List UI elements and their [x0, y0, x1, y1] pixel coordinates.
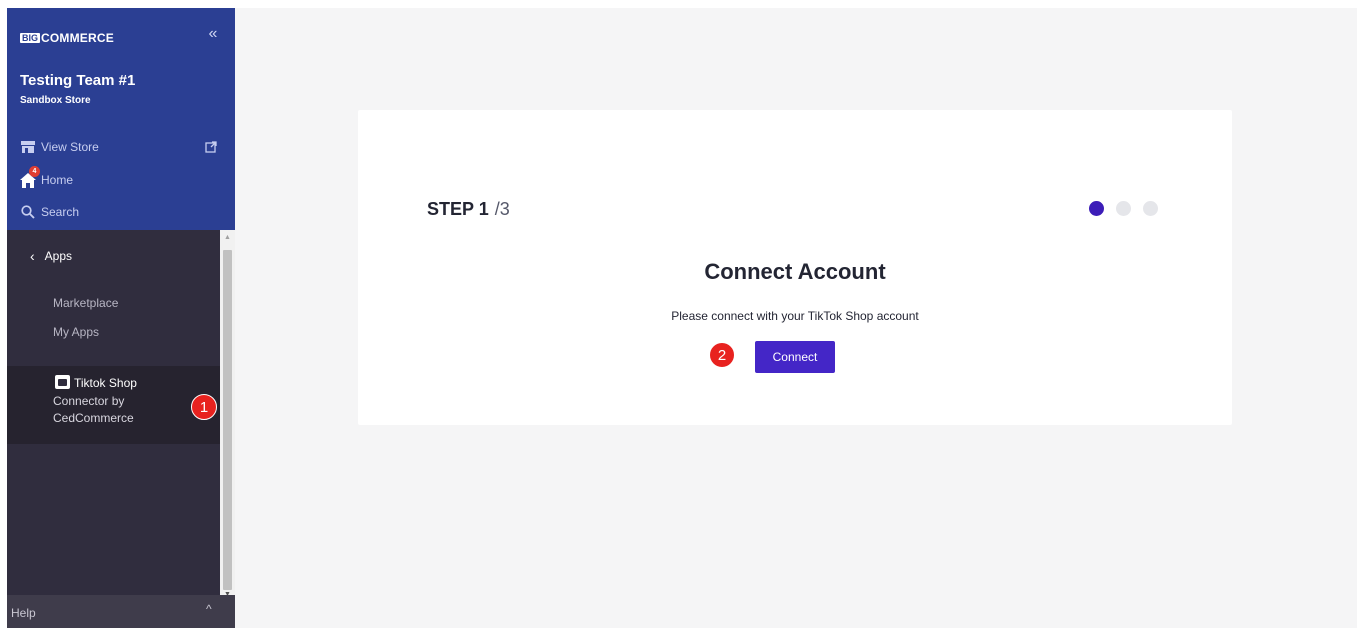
bigcommerce-logo[interactable]: BIG COMMERCE	[20, 28, 114, 48]
annotation-marker-2: 2	[709, 342, 735, 368]
logo-big-text: BIG	[20, 33, 41, 43]
sidebar-scrollbar[interactable]: ▲ ▼	[220, 230, 235, 603]
sidebar-item-marketplace[interactable]: Marketplace	[53, 296, 118, 310]
step-current: STEP 1	[427, 199, 489, 219]
page-description: Please connect with your TikTok Shop acc…	[671, 309, 919, 323]
connect-button[interactable]: Connect	[755, 341, 835, 373]
external-link-icon[interactable]	[205, 141, 217, 153]
scroll-thumb[interactable]	[223, 250, 232, 590]
help-menu[interactable]: Help ^	[7, 595, 235, 628]
help-label: Help	[11, 606, 36, 620]
sidebar: BIG COMMERCE « Testing Team #1 Sandbox S…	[7, 8, 235, 628]
nav-home-label: Home	[41, 173, 74, 187]
home-icon: 4	[20, 166, 40, 188]
app-name-line2: Connector by	[53, 394, 125, 408]
nav-view-store[interactable]: View Store	[20, 137, 99, 157]
step-progress-dots	[1089, 201, 1158, 216]
store-type: Sandbox Store	[20, 95, 91, 106]
nav-search-label: Search	[41, 205, 80, 219]
search-icon	[20, 204, 36, 220]
step-total: /3	[494, 199, 510, 219]
notification-badge: 4	[29, 166, 40, 177]
sidebar-header: BIG COMMERCE « Testing Team #1 Sandbox S…	[7, 8, 235, 230]
step-dot-3[interactable]	[1143, 201, 1158, 216]
nav-search[interactable]: Search	[20, 202, 79, 222]
main-content: STEP 1/3 Connect Account Please connect …	[235, 8, 1357, 628]
onboarding-card: STEP 1/3 Connect Account Please connect …	[358, 110, 1232, 425]
app-icon	[55, 375, 70, 389]
annotation-marker-1: 1	[191, 394, 217, 420]
page-title: Connect Account	[704, 259, 886, 284]
step-dot-2[interactable]	[1116, 201, 1131, 216]
logo-commerce-text: COMMERCE	[41, 31, 114, 45]
step-dot-1[interactable]	[1089, 201, 1104, 216]
step-indicator: STEP 1/3	[427, 199, 510, 220]
storefront-icon	[20, 139, 36, 155]
nav-view-store-label: View Store	[41, 140, 99, 154]
apps-label: Apps	[44, 249, 73, 263]
app-name-line1: Tiktok Shop	[74, 376, 137, 390]
nav-home[interactable]: 4 Home	[20, 166, 74, 190]
collapse-sidebar-icon[interactable]: «	[203, 24, 223, 44]
scroll-up-icon[interactable]: ▲	[220, 234, 235, 244]
app-name-line3: CedCommerce	[53, 411, 134, 425]
app-frame: BIG COMMERCE « Testing Team #1 Sandbox S…	[0, 0, 1357, 628]
store-name: Testing Team #1	[20, 72, 136, 89]
sidebar-item-tiktok-connector[interactable]: Tiktok Shop Connector by CedCommerce	[7, 366, 220, 444]
apps-back-link[interactable]: ‹ Apps	[30, 248, 72, 264]
sidebar-item-my-apps[interactable]: My Apps	[53, 325, 99, 339]
chevron-up-icon: ^	[206, 602, 212, 616]
chevron-left-icon: ‹	[30, 248, 35, 264]
